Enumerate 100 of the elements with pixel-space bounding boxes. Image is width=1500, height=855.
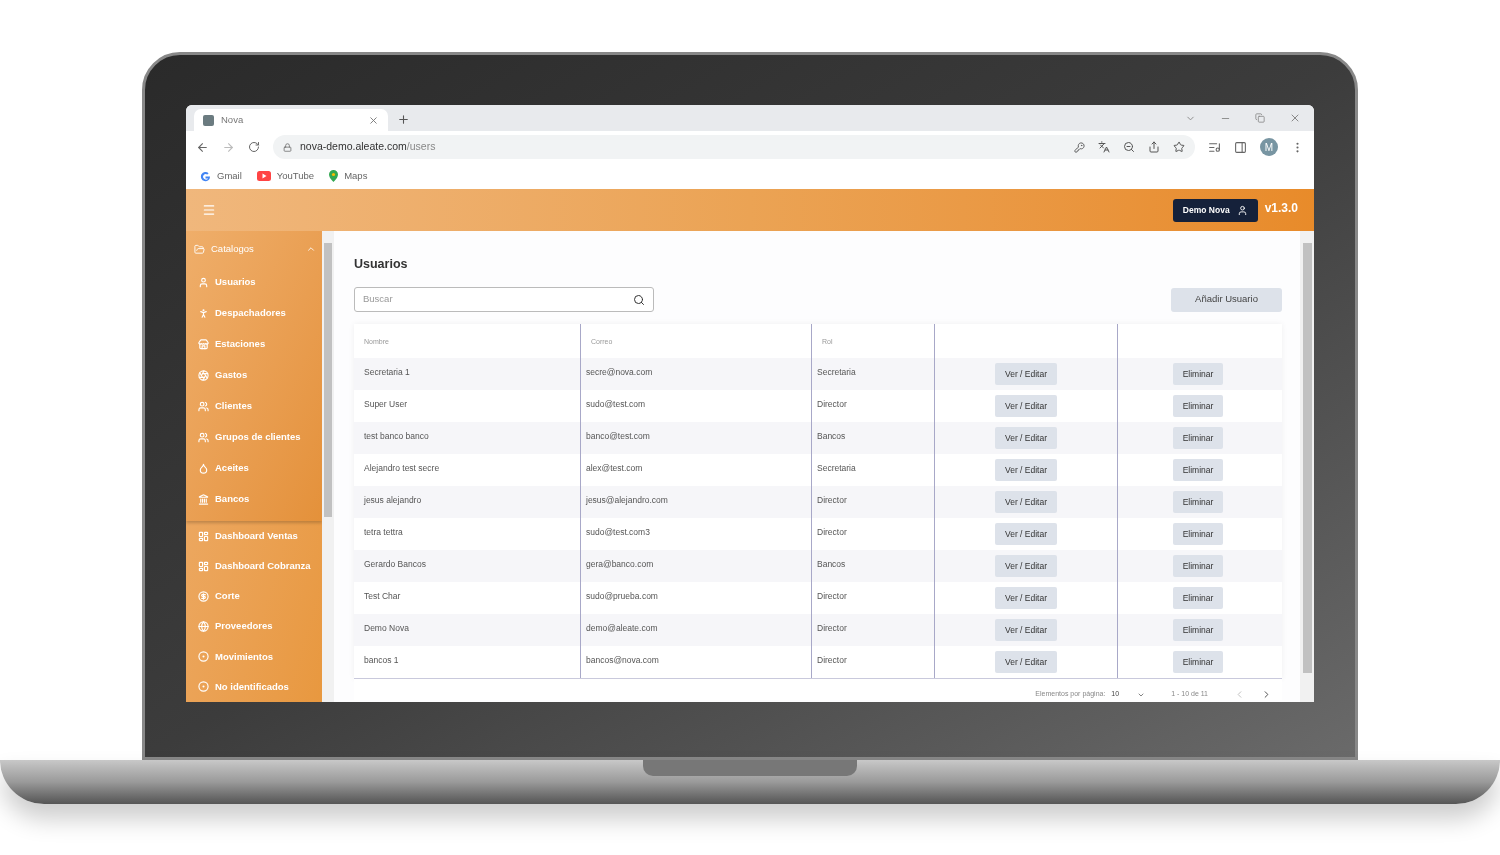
delete-button[interactable]: Eliminar — [1172, 651, 1224, 673]
edit-button[interactable]: Ver / Editar — [994, 619, 1058, 641]
table-cell: tetra tettra — [364, 527, 403, 537]
dollar-icon — [198, 590, 209, 602]
table-cell: Director — [817, 399, 847, 409]
delete-button[interactable]: Eliminar — [1172, 523, 1224, 545]
table-cell: Super User — [364, 399, 407, 409]
share-icon[interactable] — [1148, 141, 1160, 153]
circle-dot-icon — [198, 651, 209, 663]
edit-button[interactable]: Ver / Editar — [994, 459, 1058, 481]
table-cell: Director — [817, 655, 847, 665]
side-panel-icon[interactable] — [1234, 140, 1247, 154]
delete-button[interactable]: Eliminar — [1172, 427, 1224, 449]
search-box[interactable]: Buscar — [354, 287, 654, 312]
table-cell: gera@banco.com — [586, 559, 654, 569]
dashboard-icon — [198, 560, 209, 572]
table-cell: jesus@alejandro.com — [586, 495, 668, 505]
table-cell: banco@test.com — [586, 431, 650, 441]
bookmark[interactable]: Gmail — [200, 168, 242, 184]
back-icon[interactable] — [196, 140, 209, 154]
table-cell: Demo Nova — [364, 623, 409, 633]
key-icon[interactable] — [1074, 141, 1085, 153]
delete-button[interactable]: Eliminar — [1172, 395, 1224, 417]
version-label: v1.3.0 — [1264, 199, 1298, 217]
table-cell: Secretaria 1 — [364, 367, 410, 377]
table-cell: secre@nova.com — [586, 367, 653, 377]
edit-button[interactable]: Ver / Editar — [994, 651, 1058, 673]
table-cell: Alejandro test secre — [364, 463, 440, 473]
table-cell: Bancos — [817, 431, 846, 441]
bank-icon — [198, 494, 209, 505]
close-icon[interactable] — [1289, 112, 1301, 124]
media-list-icon[interactable] — [1208, 140, 1221, 154]
new-tab-icon[interactable] — [397, 113, 410, 126]
table-cell: demo@aleate.com — [586, 623, 658, 633]
search-field[interactable]: Buscar — [363, 292, 633, 307]
address-bar[interactable]: nova-demo.aleate.com/users — [273, 135, 1195, 159]
page-scrollbar[interactable] — [1300, 231, 1314, 702]
user-button[interactable]: Demo Nova — [1172, 198, 1258, 222]
table-cell: Test Char — [364, 591, 401, 601]
edit-button[interactable]: Ver / Editar — [994, 395, 1058, 417]
table-cell: jesus alejandro — [364, 495, 422, 505]
table-cell: Director — [817, 495, 847, 505]
delete-button[interactable]: Eliminar — [1172, 619, 1224, 641]
delete-button[interactable]: Eliminar — [1172, 555, 1224, 577]
globe-icon — [198, 621, 209, 633]
table-cell: Secretaria — [817, 463, 856, 473]
user-icon — [198, 277, 209, 288]
edit-button[interactable]: Ver / Editar — [994, 363, 1058, 385]
dashboard-icon — [198, 530, 209, 542]
users-icon — [198, 401, 209, 412]
search-icon — [633, 293, 645, 306]
bookmark[interactable]: YouTube — [256, 168, 315, 184]
zoom-out-icon[interactable] — [1123, 141, 1135, 153]
play-icon — [256, 171, 271, 181]
users-icon — [198, 432, 209, 443]
table-cell: sudo@test.com — [586, 399, 646, 409]
add-user-button[interactable]: Añadir Usuario — [1171, 287, 1282, 312]
table-cell: test banco banco — [364, 431, 429, 441]
aperture-icon — [198, 370, 209, 381]
table-cell: Director — [817, 591, 847, 601]
forward-icon[interactable] — [222, 140, 235, 154]
browser-tab[interactable]: Nova — [194, 109, 388, 131]
translate-icon[interactable] — [1098, 141, 1110, 153]
table-cell: sudo@prueba.com — [586, 591, 658, 601]
circle-dot-icon — [198, 681, 209, 693]
favicon — [203, 114, 214, 126]
chevron-up-icon — [306, 244, 316, 254]
sidebar-scrollbar[interactable] — [322, 231, 334, 702]
delete-button[interactable]: Eliminar — [1172, 587, 1224, 609]
close-icon[interactable] — [368, 114, 379, 126]
table-cell: bancos@nova.com — [586, 655, 659, 665]
lock-icon — [283, 142, 292, 152]
edit-button[interactable]: Ver / Editar — [994, 587, 1058, 609]
reload-icon[interactable] — [248, 141, 260, 153]
bookmark[interactable]: Maps — [329, 168, 368, 184]
page-title: Usuarios — [354, 256, 409, 273]
table-cell: Gerardo Bancos — [364, 559, 426, 569]
person-icon — [198, 308, 209, 319]
delete-button[interactable]: Eliminar — [1172, 459, 1224, 481]
delete-button[interactable]: Eliminar — [1172, 491, 1224, 513]
table-cell: Bancos — [817, 559, 846, 569]
edit-button[interactable]: Ver / Editar — [994, 427, 1058, 449]
edit-button[interactable]: Ver / Editar — [994, 523, 1058, 545]
restore-icon[interactable] — [1255, 113, 1265, 123]
table-cell: Secretaria — [817, 367, 856, 377]
user-icon — [1236, 204, 1248, 216]
droplet-icon — [198, 463, 209, 474]
map-pin-icon — [329, 170, 339, 182]
edit-button[interactable]: Ver / Editar — [994, 555, 1058, 577]
google-icon — [200, 170, 211, 182]
store-icon — [198, 339, 209, 350]
table-cell: Director — [817, 623, 847, 633]
table-cell: sudo@test.com3 — [586, 527, 650, 537]
table-cell: alex@test.com — [586, 463, 643, 473]
table-cell: bancos 1 — [364, 655, 399, 665]
folder-icon — [194, 243, 205, 255]
star-icon[interactable] — [1173, 141, 1185, 153]
delete-button[interactable]: Eliminar — [1172, 363, 1224, 385]
edit-button[interactable]: Ver / Editar — [994, 491, 1058, 513]
table-cell: Director — [817, 527, 847, 537]
